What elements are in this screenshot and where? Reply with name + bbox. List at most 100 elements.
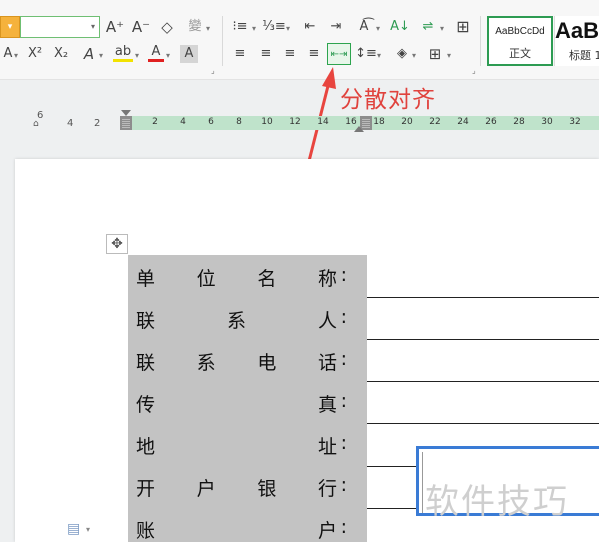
ruler-number: 2	[152, 117, 158, 127]
style-normal[interactable]: AaBbCcDd 正文	[487, 16, 553, 66]
form-label-column[interactable]: 单 位 名 称 : 联 系 人 : 联 系 电 话 : 传 真 : 地 址: …	[128, 255, 367, 542]
ruler-number: 2	[94, 118, 101, 129]
ruler-number: 8	[236, 117, 242, 127]
ruler-number: 26	[485, 117, 497, 127]
label-char: 户	[317, 520, 337, 542]
label-colon: :	[340, 432, 347, 454]
char-shading-icon: A	[184, 46, 194, 61]
table-row[interactable]: 传 真 :	[128, 381, 367, 423]
numbered-list-icon: ⅓≡	[262, 19, 286, 34]
numbering-button[interactable]: ⅓≡	[262, 18, 286, 36]
separator	[480, 16, 481, 66]
table-move-handle[interactable]: ✥	[106, 234, 128, 254]
chevron-down-icon[interactable]: ▾	[286, 24, 290, 33]
label-chars: 开 户 银 行	[136, 474, 337, 501]
text-effect-button[interactable]: A	[80, 45, 98, 63]
shrink-font-button[interactable]: A⁻	[132, 18, 150, 36]
chevron-down-icon[interactable]: ▾	[206, 24, 210, 33]
chevron-down-icon[interactable]: ▾	[440, 24, 444, 33]
label-char: 联	[136, 352, 156, 374]
label-colon: :	[340, 390, 347, 412]
text-effect-icon: A	[83, 45, 95, 63]
font-name-dropdown[interactable]: ▾	[0, 16, 20, 38]
align-center-button[interactable]: ≡	[256, 45, 276, 63]
table-line	[367, 297, 599, 298]
increase-indent-button[interactable]: ⇥	[326, 18, 346, 36]
label-colon: :	[340, 306, 347, 328]
ruler-number: 4	[180, 117, 186, 127]
phonetic-guide-button[interactable]: 變	[186, 18, 204, 36]
sort-button[interactable]: A↓	[390, 18, 410, 36]
font-size-dropdown[interactable]: ▾	[20, 16, 100, 38]
ruler-left-margin-handle[interactable]	[120, 116, 132, 130]
justify-button[interactable]: ≡	[304, 45, 324, 63]
table-row[interactable]: 地 址 :	[128, 423, 367, 465]
table-row[interactable]: 联 系 电 话 :	[128, 339, 367, 381]
chevron-down-icon[interactable]: ▾	[14, 51, 18, 60]
chevron-down-icon[interactable]: ▾	[99, 51, 103, 60]
clear-format-button[interactable]: ◇	[158, 18, 176, 36]
align-left-icon: ≡	[234, 46, 246, 61]
align-left-button[interactable]: ≡	[230, 45, 250, 63]
line-break-button[interactable]: ⇌	[418, 18, 438, 36]
shading-button[interactable]: ◈	[392, 45, 412, 63]
chevron-down-icon[interactable]: ▾	[166, 51, 170, 60]
chevron-down-icon[interactable]: ▾	[252, 24, 256, 33]
label-char: 行	[317, 478, 337, 500]
label-char: 址	[317, 436, 337, 458]
bullet-list-icon: ⁝≡	[232, 19, 248, 34]
grow-font-button[interactable]: A⁺	[106, 18, 124, 36]
style-heading-1[interactable]: AaB 标题 1	[554, 16, 599, 66]
text-direction-button[interactable]: A͡	[354, 18, 374, 36]
superscript-button[interactable]: X²	[24, 45, 46, 63]
document-icon[interactable]: ▤	[67, 521, 80, 537]
align-right-icon: ≡	[284, 46, 296, 61]
phonetic-icon: 變	[188, 19, 202, 34]
chevron-down-icon[interactable]: ▾	[377, 51, 381, 60]
first-line-indent-marker[interactable]	[121, 110, 131, 116]
font-dialog-launcher-icon[interactable]: ⌟	[211, 66, 215, 75]
table-grid-button[interactable]: ⊞	[452, 18, 474, 36]
table-row[interactable]: 开 户 银 行 :	[128, 465, 367, 507]
chevron-down-icon[interactable]: ▾	[447, 51, 451, 60]
watermark-text: 软件技巧	[425, 482, 569, 522]
ruler-number: 4	[67, 118, 74, 129]
font-color-button[interactable]: A	[148, 44, 164, 62]
highlight-button[interactable]: ab	[113, 44, 133, 62]
distributed-align-button[interactable]: ⇤⇥	[327, 43, 351, 65]
decrease-indent-button[interactable]: ⇤	[300, 18, 320, 36]
sort-icon: A↓	[390, 19, 410, 34]
label-chars: 地 址	[136, 432, 337, 459]
line-spacing-button[interactable]: ↕≡	[355, 45, 377, 63]
right-indent-marker[interactable]	[354, 126, 364, 132]
label-char: 账	[136, 520, 156, 542]
chevron-down-icon[interactable]: ▾	[91, 22, 95, 31]
label-char: 联	[136, 310, 156, 332]
align-right-button[interactable]: ≡	[280, 45, 300, 63]
label-char: 真	[317, 394, 337, 416]
label-char: 话	[317, 352, 337, 374]
ruler-number: 14	[317, 117, 329, 127]
ribbon-toolbar: ▾ ▾ A⁺ A⁻ ◇ 變 ▾ ⁝≡ ▾ ⅓≡ ▾ ⇤ ⇥ A͡ ▾ A↓ ⇌ …	[0, 0, 599, 80]
table-row[interactable]: 单 位 名 称 :	[128, 255, 367, 297]
character-shading-button[interactable]: A	[180, 45, 198, 63]
chevron-down-icon[interactable]: ▾	[86, 525, 90, 534]
table-row[interactable]: 联 系 人 :	[128, 297, 367, 339]
chevron-down-icon[interactable]: ▾	[135, 51, 139, 60]
paragraph-dialog-launcher-icon[interactable]: ⌟	[472, 66, 476, 75]
label-colon: :	[340, 474, 347, 496]
text-direction-icon: A͡	[359, 19, 369, 34]
ruler-number: 12	[289, 117, 301, 127]
subscript-button[interactable]: X₂	[50, 45, 72, 63]
bullets-button[interactable]: ⁝≡	[230, 18, 250, 36]
ruler-number: 18	[373, 117, 385, 127]
chevron-down-icon[interactable]: ▾	[376, 24, 380, 33]
table-row[interactable]: 账 户 :	[128, 507, 367, 542]
chevron-down-icon[interactable]: ▾	[412, 51, 416, 60]
style-name: 标题 1	[569, 49, 599, 62]
borders-button[interactable]: ⊞	[425, 45, 445, 63]
font-a-icon: A	[3, 46, 13, 61]
ruler-number: 6	[208, 117, 214, 127]
label-char: 系	[196, 352, 216, 374]
label-char: 单	[136, 268, 156, 290]
